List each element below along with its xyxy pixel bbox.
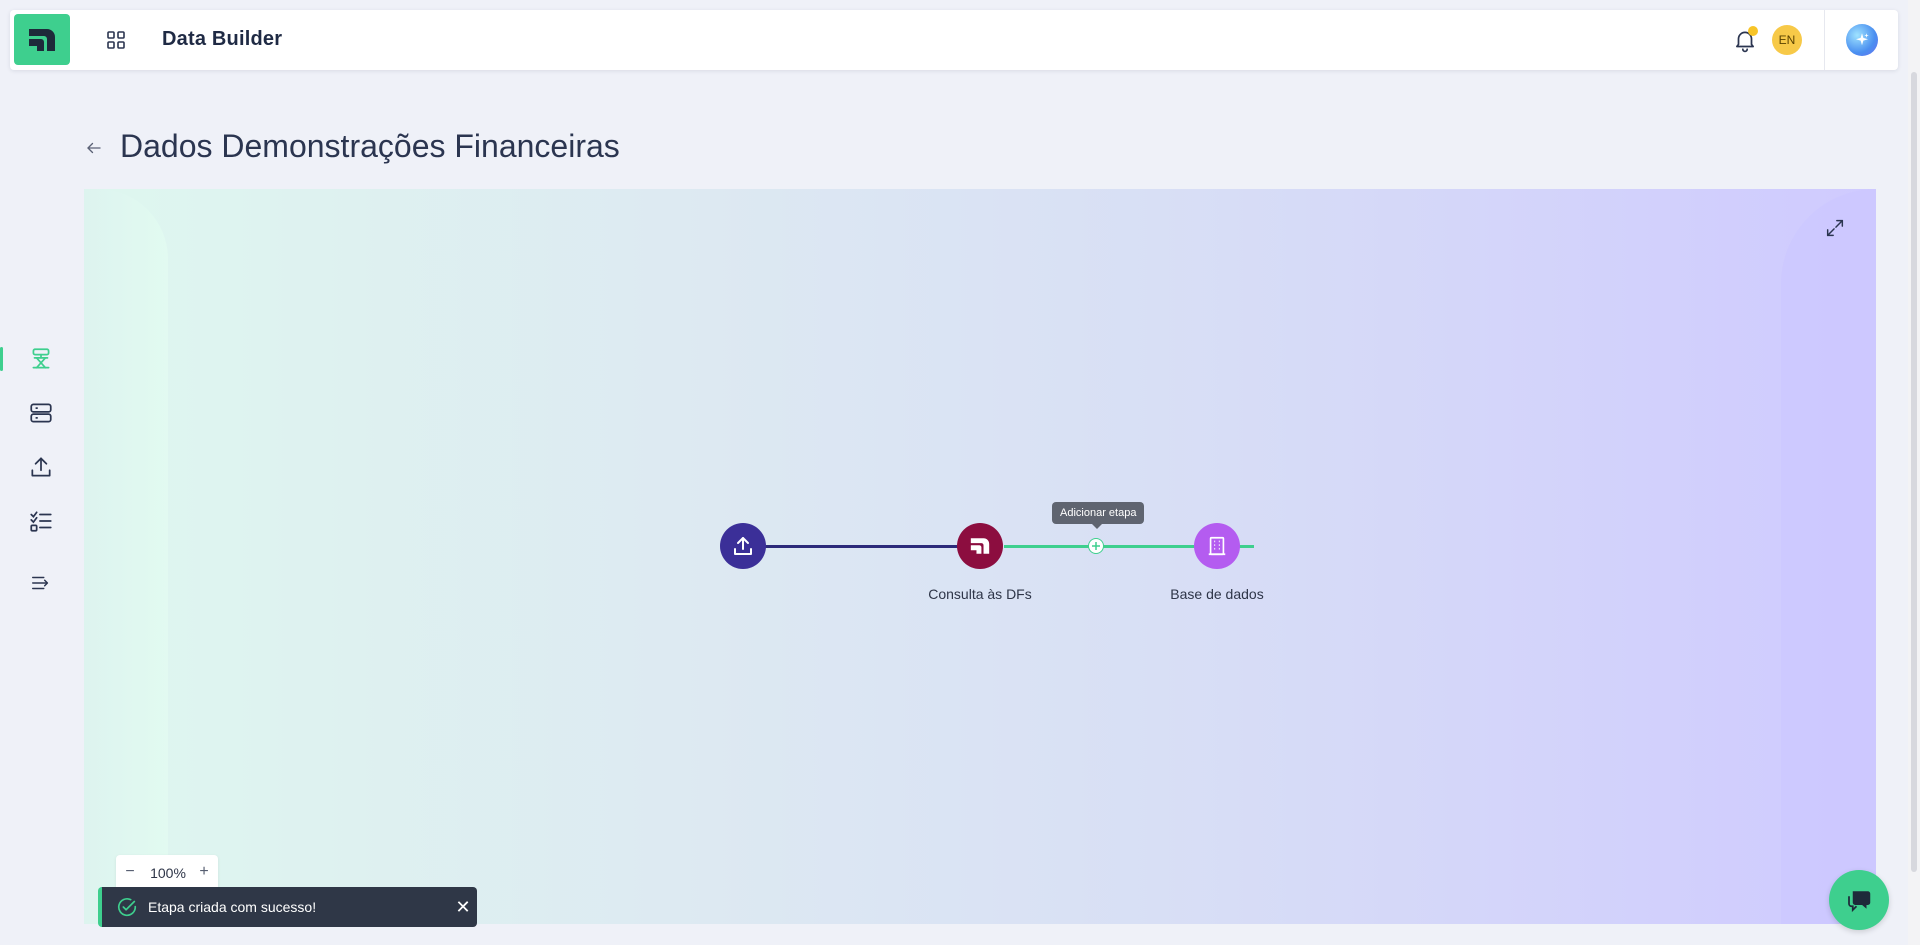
zoom-controls: − 100% +	[116, 855, 218, 891]
checklist-icon	[30, 511, 52, 532]
zoom-out-button[interactable]: −	[120, 861, 140, 883]
back-button[interactable]	[82, 136, 106, 160]
plus-icon	[1092, 542, 1100, 550]
sidebar-collapse-button[interactable]	[26, 568, 56, 598]
upload-icon	[734, 537, 752, 555]
flow-node-consulta[interactable]	[957, 523, 1003, 569]
sidebar-item-upload[interactable]	[26, 452, 56, 482]
chat-button[interactable]	[1829, 870, 1889, 930]
apps-grid-icon[interactable]	[104, 28, 128, 52]
success-toast: Etapa criada com sucesso! ✕	[98, 887, 477, 927]
zoom-level: 100%	[150, 865, 186, 881]
canvas-decoration-right	[1781, 189, 1876, 924]
database-icon	[30, 403, 52, 423]
language-button[interactable]: EN	[1772, 25, 1802, 55]
page-title: Dados Demonstrações Financeiras	[120, 128, 620, 164]
tooltip-arrow	[1092, 524, 1102, 529]
ai-sparkle-icon[interactable]	[1846, 24, 1878, 56]
upload-icon	[31, 457, 51, 477]
building-icon	[1208, 536, 1226, 556]
app-logo-icon[interactable]	[14, 14, 70, 65]
notification-dot	[1748, 26, 1758, 36]
flow-node-label: Consulta às DFs	[928, 586, 1032, 602]
canvas-decoration-left	[84, 189, 168, 924]
app-title: Data Builder	[162, 28, 283, 50]
app-logo-icon	[970, 538, 990, 554]
sidebar-item-checklist[interactable]	[26, 506, 56, 536]
flow-edge-upload-consulta	[742, 545, 980, 548]
toast-close-button[interactable]: ✕	[452, 896, 474, 918]
collapse-menu-icon	[32, 576, 49, 590]
expand-canvas-button[interactable]	[1824, 217, 1846, 239]
add-step-button[interactable]	[1088, 538, 1104, 554]
expand-icon	[1826, 219, 1844, 237]
header-divider	[1824, 10, 1825, 70]
toast-message: Etapa criada com sucesso!	[148, 899, 317, 915]
flow-node-label: Base de dados	[1170, 586, 1264, 602]
pipeline-icon	[32, 348, 50, 369]
sidebar-item-database[interactable]	[26, 398, 56, 428]
zoom-in-button[interactable]: +	[194, 861, 214, 883]
sidebar-item-pipeline[interactable]	[26, 344, 56, 374]
flow-node-base-de-dados[interactable]	[1194, 523, 1240, 569]
flow-canvas[interactable]: Consulta às DFs Base de dados Adicionar …	[84, 189, 1876, 924]
sidebar-active-indicator	[0, 347, 3, 371]
top-bar: Data Builder EN	[10, 10, 1898, 70]
add-step-tooltip: Adicionar etapa	[1052, 502, 1145, 524]
check-circle-icon	[116, 896, 138, 918]
flow-node-upload[interactable]	[720, 523, 766, 569]
page-scrollbar-thumb[interactable]	[1911, 72, 1917, 872]
chat-icon	[1848, 891, 1871, 913]
arrow-left-icon	[87, 142, 101, 154]
